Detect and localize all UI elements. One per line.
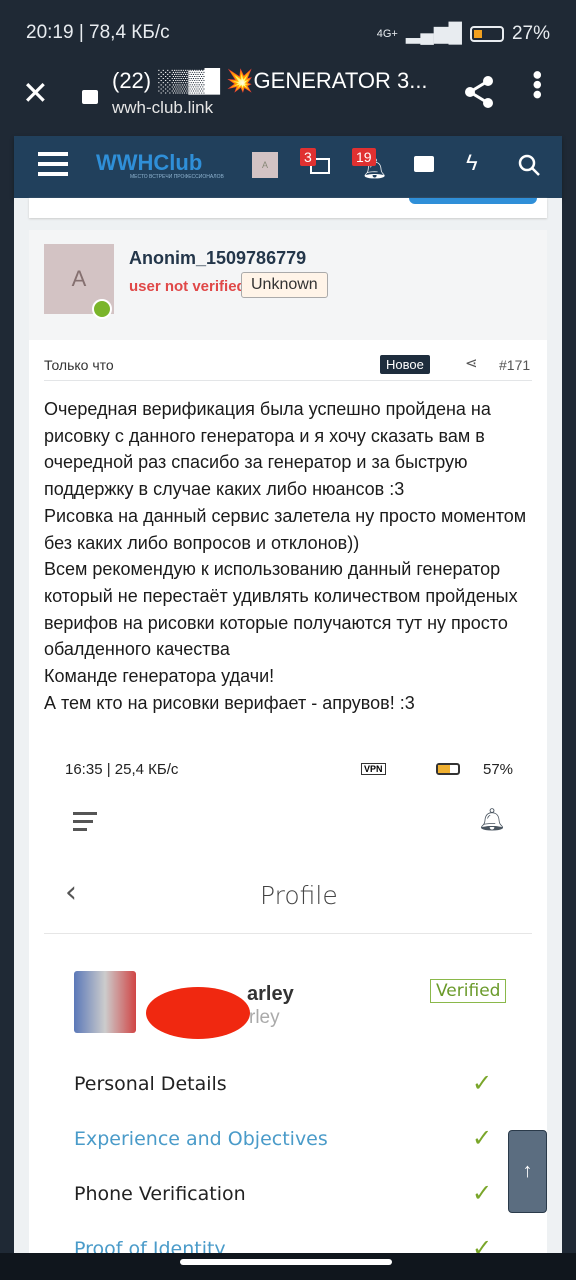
more-icon[interactable]: ••• [522,70,553,99]
share-icon[interactable] [464,76,494,108]
message-paragraph: Команде генератора удачи! [44,666,275,687]
embedded-title: Profile [260,881,338,910]
check-icon: ✓ [472,1235,493,1253]
forum-navbar: WWHClub МЕСТО ВСТРЕЧИ ПРОФЕССИОНАЛОВ A 3… [14,136,562,198]
gesture-bar [0,1253,576,1280]
logo[interactable]: WWHClub [96,150,202,176]
item-phone-verification: Phone Verification [74,1183,246,1205]
online-icon [92,299,112,319]
close-icon[interactable]: ✕ [22,74,49,112]
bell-icon: 🔔︎ [478,807,506,832]
username[interactable]: Anonim_1509786779 [129,248,306,269]
lightning-icon[interactable]: ϟ [466,150,478,176]
button-edge[interactable] [409,198,537,204]
menu-icon[interactable] [38,152,68,176]
previous-post [29,198,547,218]
profile-subname: rley [249,1007,280,1028]
search-icon[interactable] [518,154,540,176]
user-avatar[interactable]: A [252,152,278,178]
embedded-screenshot: 16:35 | 25,4 КБ/с VPN 57% 🔔︎ ‹ Profile a… [29,755,547,1253]
post-time[interactable]: Только что [44,357,114,373]
lock-icon [82,90,98,104]
check-icon: ✓ [472,1070,493,1097]
verified-badge: Verified [430,979,507,1003]
item-proof-of-identity: Proof of Identity [74,1238,226,1253]
status-time: 20:19 | 78,4 КБ/с [26,22,170,43]
battery-level: 27% [511,22,550,44]
battery-icon [469,25,504,42]
page-url[interactable]: wwh-club.link [112,98,213,118]
message-paragraph: Всем рекомендую к использованию данный г… [44,559,518,660]
post-number[interactable]: #171 [499,357,530,373]
network-type: 4G+ [376,27,398,40]
battery-icon [436,763,460,775]
page-title: (22) ░▒▓█ 💥GENERATOR 3... [112,68,428,93]
role-badge: Unknown [241,272,328,298]
scroll-top-button[interactable]: ↑ [508,1130,547,1213]
message-paragraph: А тем кто на рисовки верифает - апрувов!… [44,692,415,713]
profile-name: arley [247,983,294,1005]
embedded-status-time: 16:35 | 25,4 КБ/с [65,761,179,778]
status-bar: 20:19 | 78,4 КБ/с 4G+ ▂▄▆█ 27% [0,0,576,64]
new-badge: Новое [380,355,430,374]
alerts-badge: 19 [352,148,376,166]
menu-icon [73,812,97,831]
user-status: user not verified [129,278,246,295]
item-experience: Experience and Objectives [74,1128,328,1150]
signal-icon: ▂▄▆█ [405,23,462,44]
wallet-icon[interactable] [414,156,434,172]
home-indicator[interactable] [180,1259,392,1265]
embedded-battery: 57% [483,761,514,778]
messages-badge: 3 [300,148,316,166]
check-icon: ✓ [472,1180,493,1207]
check-icon: ✓ [472,1125,493,1152]
message-paragraph: Очередная верификация была успешно пройд… [44,399,491,500]
browser-toolbar: ✕ (22) ░▒▓█ 💥GENERATOR 3... wwh-club.lin… [0,64,576,136]
message-paragraph: Рисовка на данный сервис залетела ну про… [44,505,527,553]
back-icon: ‹ [65,875,77,910]
share-icon[interactable]: ⋖ [465,354,478,372]
profile-avatar [74,971,136,1033]
item-personal-details: Personal Details [74,1073,227,1095]
post-user-header: A Anonim_1509786779 user not verified Un… [29,230,547,340]
redaction-scribble [146,987,250,1039]
logo-tagline: МЕСТО ВСТРЕЧИ ПРОФЕССИОНАЛОВ [130,174,224,180]
post-message: Очередная верификация была успешно пройд… [44,396,544,716]
vpn-badge: VPN [361,763,386,775]
